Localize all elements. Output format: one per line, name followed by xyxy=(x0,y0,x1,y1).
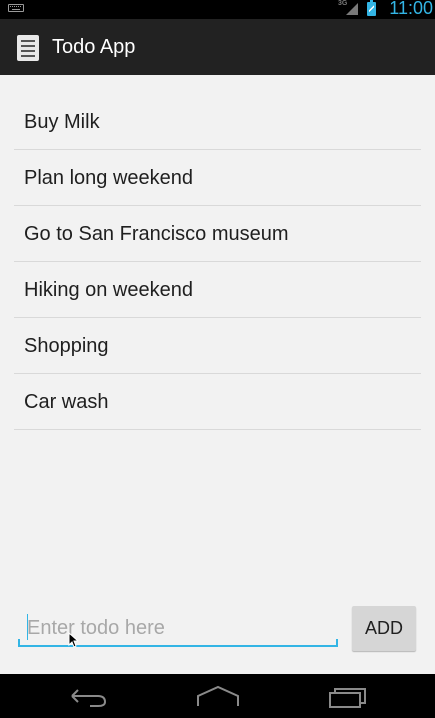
todo-item-text: Go to San Francisco museum xyxy=(24,223,289,245)
app-title: Todo App xyxy=(52,36,136,58)
navigation-bar xyxy=(0,674,435,718)
todo-list-item[interactable]: Plan long weekend xyxy=(14,150,421,206)
todo-item-text: Car wash xyxy=(24,391,109,413)
back-icon[interactable] xyxy=(68,684,108,708)
todo-item-text: Shopping xyxy=(24,335,109,357)
signal-icon xyxy=(346,3,358,15)
status-bar: 3G 11:00 xyxy=(0,0,435,19)
text-cursor xyxy=(27,614,28,640)
keyboard-icon xyxy=(8,4,24,12)
todo-item-text: Hiking on weekend xyxy=(24,279,193,301)
action-bar: Todo App xyxy=(0,19,435,75)
todo-item-text: Plan long weekend xyxy=(24,167,194,189)
todo-list-item[interactable]: Shopping xyxy=(14,318,421,374)
todo-list-item[interactable]: Buy Milk xyxy=(14,94,421,150)
add-button[interactable]: ADD xyxy=(352,606,416,651)
input-underline-right-edge xyxy=(336,639,338,647)
battery-icon xyxy=(367,0,376,16)
todo-list-item[interactable]: Go to San Francisco museum xyxy=(14,206,421,262)
input-underline-left-edge xyxy=(18,639,20,647)
home-icon[interactable] xyxy=(196,684,240,708)
todo-list-item[interactable]: Hiking on weekend xyxy=(14,262,421,318)
todo-list-item[interactable]: Car wash xyxy=(14,374,421,430)
mouse-pointer-icon xyxy=(68,632,78,648)
todo-list: Buy Milk Plan long weekend Go to San Fra… xyxy=(14,94,421,430)
notepad-icon xyxy=(17,35,39,61)
recent-apps-icon[interactable] xyxy=(328,684,368,710)
todo-item-text: Buy Milk xyxy=(24,111,100,133)
status-clock: 11:00 xyxy=(389,0,433,18)
todo-input-field[interactable] xyxy=(19,611,338,647)
